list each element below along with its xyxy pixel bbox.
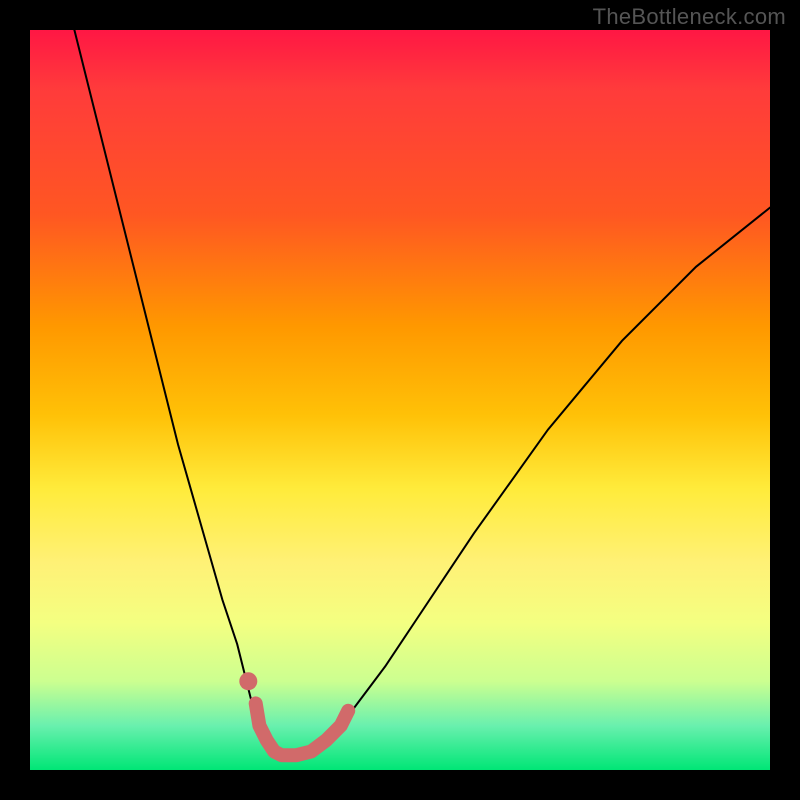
curve-pink-highlight [256, 703, 349, 755]
chart-svg [30, 30, 770, 770]
chart-frame: TheBottleneck.com [0, 0, 800, 800]
plot-area [30, 30, 770, 770]
curve-black [74, 30, 770, 755]
marker-pink-dot [239, 672, 257, 690]
watermark-text: TheBottleneck.com [593, 4, 786, 30]
